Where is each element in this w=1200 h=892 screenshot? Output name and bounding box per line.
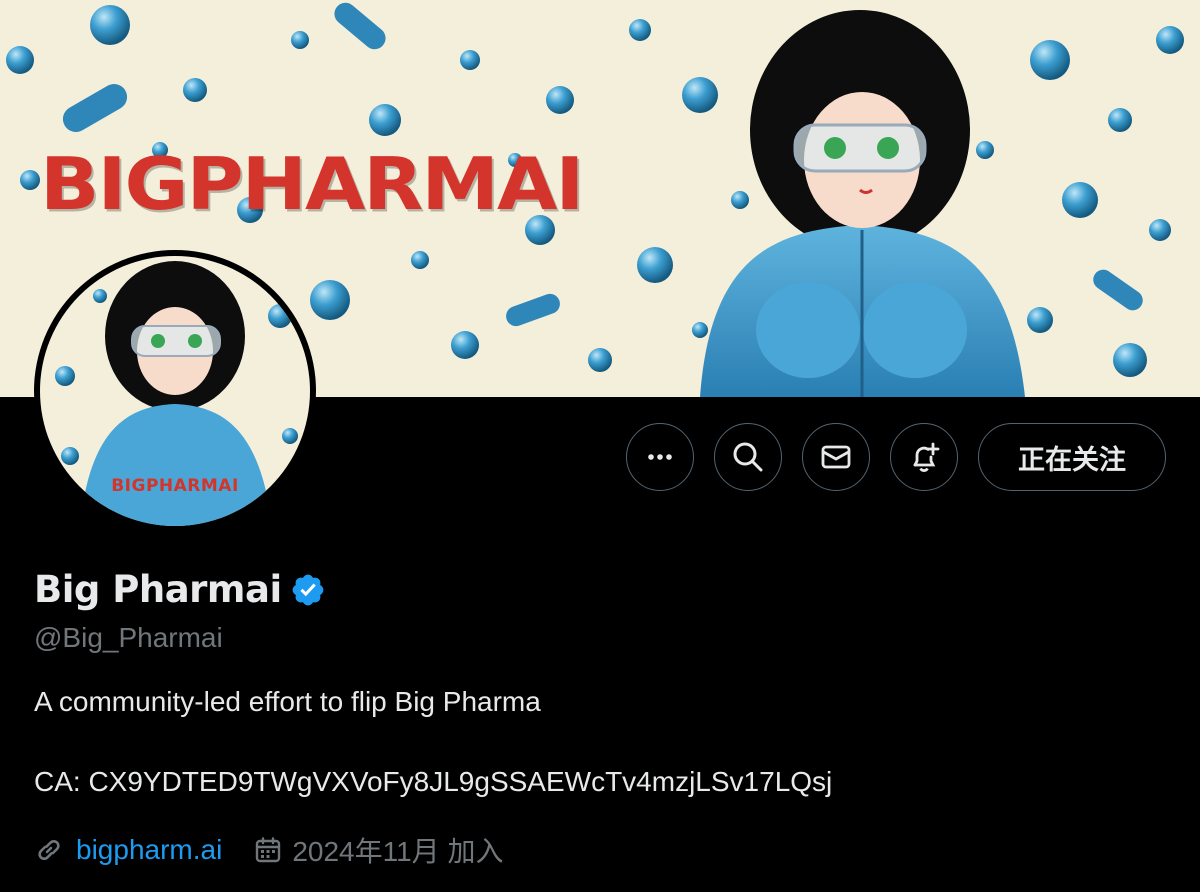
more-button[interactable]: [626, 423, 694, 491]
link-icon: [38, 839, 60, 861]
following-button[interactable]: 正在关注: [978, 423, 1166, 491]
avatar-logo-text: BIGPHARMAI: [111, 476, 239, 496]
message-button[interactable]: [802, 423, 870, 491]
profile-handle: @Big_Pharmai: [34, 622, 223, 653]
profile-contract-address: CA: CX9YDTED9TWgVXVoFy8JL9gSSAEWcTv4mzjL…: [34, 766, 833, 797]
notify-button[interactable]: [890, 423, 958, 491]
mail-icon: [821, 445, 851, 469]
profile-meta: bigpharm.ai 2024年11月 加入: [34, 830, 503, 870]
profile-bio: A community-led effort to flip Big Pharm…: [34, 686, 541, 717]
character-illustration: [700, 10, 1025, 397]
website-link[interactable]: bigpharm.ai: [76, 834, 222, 866]
avatar-image: BIGPHARMAI: [40, 256, 310, 526]
calendar-icon: [256, 837, 281, 863]
verified-badge-icon[interactable]: [290, 572, 326, 608]
join-date: 2024年11月 加入: [292, 836, 504, 867]
profile-avatar[interactable]: BIGPHARMAI: [34, 250, 316, 532]
bell-plus-icon: [913, 442, 940, 472]
search-icon: [733, 442, 763, 472]
profile-name: Big Pharmai: [34, 568, 282, 611]
more-icon: [648, 454, 672, 460]
banner-title: BIGPHARMAI: [40, 143, 584, 227]
profile-name-row: Big Pharmai: [34, 568, 326, 611]
search-button[interactable]: [714, 423, 782, 491]
